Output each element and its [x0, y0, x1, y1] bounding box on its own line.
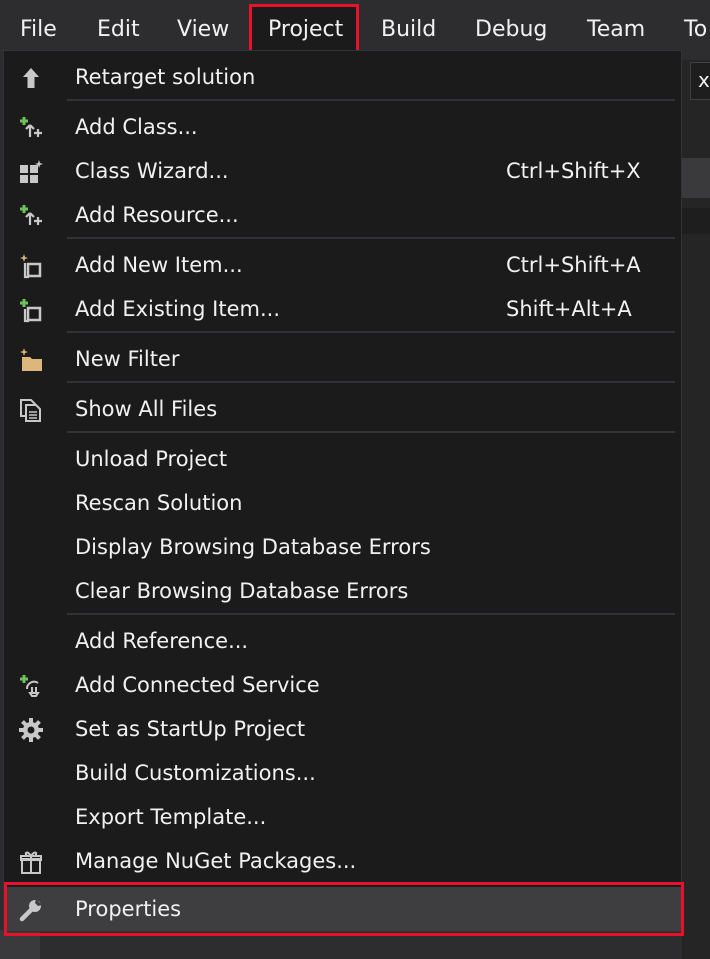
- properties-highlight: [4, 882, 684, 936]
- add-existing-item-icon: [18, 297, 44, 323]
- menu-separator: [67, 237, 675, 239]
- menu-separator: [67, 99, 675, 101]
- menu-item-label: Add Existing Item...: [75, 297, 281, 321]
- menu-item-label: Show All Files: [75, 397, 218, 421]
- menu-item-add-connected-service[interactable]: Add Connected Service: [4, 663, 681, 707]
- menu-item-rescan-solution[interactable]: Rescan Solution: [4, 481, 681, 525]
- menu-item-display-browsing-database-errors[interactable]: Display Browsing Database Errors: [4, 525, 681, 569]
- menu-separator: [67, 381, 675, 383]
- menu-separator: [67, 331, 675, 333]
- menu-item-label: Add Reference...: [75, 629, 249, 653]
- ide-background-panel: x: [682, 60, 710, 959]
- menu-item-label: New Filter: [75, 347, 180, 371]
- menu-item-label: Rescan Solution: [75, 491, 243, 515]
- menu-item-shortcut: Ctrl+Shift+A: [506, 253, 641, 277]
- menu-item-export-template[interactable]: Export Template...: [4, 795, 681, 839]
- menu-separator: [67, 431, 675, 433]
- menu-separator: [67, 613, 675, 615]
- menu-item-manage-nuget-packages[interactable]: Manage NuGet Packages...: [4, 839, 681, 883]
- connected-service-icon: [18, 673, 44, 699]
- menu-item-clear-browsing-database-errors[interactable]: Clear Browsing Database Errors: [4, 569, 681, 613]
- menu-item-label: Unload Project: [75, 447, 228, 471]
- menu-item-add-reference[interactable]: Add Reference...: [4, 619, 681, 663]
- menu-item-add-new-item[interactable]: Add New Item... Ctrl+Shift+A: [4, 243, 681, 287]
- menu-item-new-filter[interactable]: New Filter: [4, 337, 681, 381]
- menu-item-set-as-startup-project[interactable]: Set as StartUp Project: [4, 707, 681, 751]
- menu-item-retarget-solution[interactable]: Retarget solution: [4, 55, 681, 99]
- class-wizard-icon: [18, 159, 44, 185]
- project-dropdown-menu: Retarget solution Add Class... Class Wiz…: [3, 50, 682, 932]
- menu-item-label: Retarget solution: [75, 65, 256, 89]
- menu-item-label: Class Wizard...: [75, 159, 229, 183]
- menu-item-add-existing-item[interactable]: Add Existing Item... Shift+Alt+A: [4, 287, 681, 331]
- menu-item-label: Add Class...: [75, 115, 198, 139]
- arrow-up-icon: [18, 65, 44, 91]
- add-new-item-icon: [18, 253, 44, 279]
- menu-item-label: Export Template...: [75, 805, 267, 829]
- add-class-icon: [18, 115, 44, 141]
- background-toolbar: [682, 158, 710, 198]
- menu-item-label: Add Connected Service: [75, 673, 320, 697]
- menu-item-label: Build Customizations...: [75, 761, 316, 785]
- menu-item-add-resource[interactable]: Add Resource...: [4, 193, 681, 237]
- menu-item-label: Add Resource...: [75, 203, 239, 227]
- add-resource-icon: [18, 203, 44, 229]
- menu-item-shortcut: Ctrl+Shift+X: [506, 159, 641, 183]
- background-partial-text: x: [698, 68, 710, 92]
- background-tab: [682, 208, 710, 234]
- menu-item-unload-project[interactable]: Unload Project: [4, 437, 681, 481]
- menu-item-label: Add New Item...: [75, 253, 243, 277]
- menu-item-label: Clear Browsing Database Errors: [75, 579, 409, 603]
- new-filter-icon: [18, 347, 44, 373]
- menu-item-build-customizations[interactable]: Build Customizations...: [4, 751, 681, 795]
- menu-item-show-all-files[interactable]: Show All Files: [4, 387, 681, 431]
- menu-item-add-class[interactable]: Add Class...: [4, 105, 681, 149]
- menu-item-class-wizard[interactable]: Class Wizard... Ctrl+Shift+X: [4, 149, 681, 193]
- menu-item-label: Set as StartUp Project: [75, 717, 306, 741]
- show-all-files-icon: [18, 397, 44, 423]
- menu-tools[interactable]: To: [684, 0, 707, 60]
- menu-item-label: Display Browsing Database Errors: [75, 535, 431, 559]
- menu-item-shortcut: Shift+Alt+A: [506, 297, 632, 321]
- nuget-package-icon: [18, 849, 44, 875]
- gear-icon: [18, 717, 44, 743]
- menu-item-label: Manage NuGet Packages...: [75, 849, 357, 873]
